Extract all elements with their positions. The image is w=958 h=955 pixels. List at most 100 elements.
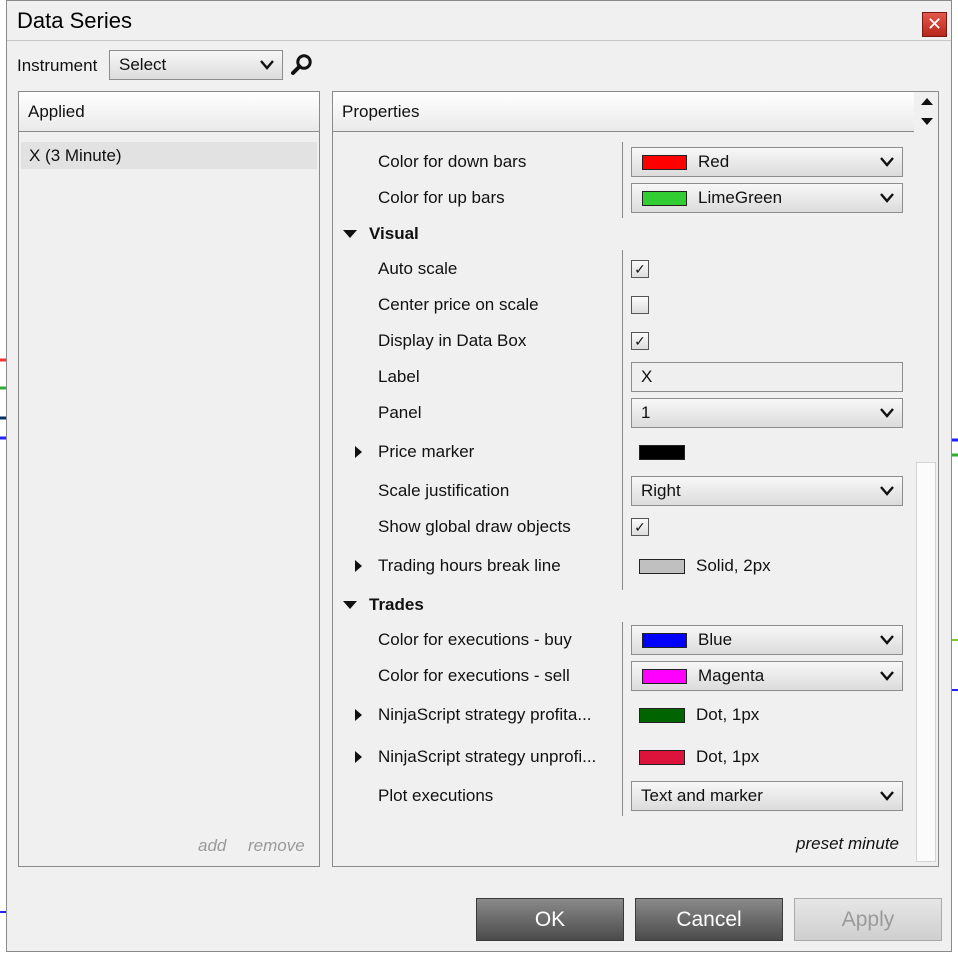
- prop-name: Center price on scale: [378, 295, 539, 314]
- select-value: Blue: [698, 630, 733, 649]
- panel-select[interactable]: 1: [631, 398, 903, 428]
- ok-button[interactable]: OK: [476, 898, 624, 941]
- instrument-select-value: Select: [119, 55, 167, 74]
- break-line-swatch[interactable]: [639, 559, 685, 574]
- chevron-down-icon: [880, 671, 894, 681]
- select-value: Magenta: [698, 666, 765, 685]
- dialog-title: Data Series: [17, 8, 132, 33]
- expand-triangle-icon[interactable]: [355, 751, 362, 763]
- expand-triangle-icon[interactable]: [355, 560, 362, 572]
- prop-name: Color for executions - sell: [378, 666, 570, 685]
- unprofitable-value: Dot, 1px: [696, 747, 760, 766]
- category-visual[interactable]: Visual: [333, 216, 913, 252]
- prop-row-center-price: Center price on scale: [333, 287, 913, 323]
- prop-name: Color for up bars: [378, 188, 505, 207]
- prop-name: Price marker: [378, 442, 475, 461]
- prop-name: NinjaScript strategy profita...: [378, 705, 592, 724]
- close-button[interactable]: ✕: [922, 12, 947, 37]
- title-bar: Data Series ✕: [7, 1, 951, 41]
- chevron-down-icon: [880, 635, 894, 645]
- select-value: Text and marker: [641, 786, 763, 805]
- chevron-down-icon: [880, 193, 894, 203]
- center-price-checkbox[interactable]: [631, 296, 649, 314]
- expand-triangle-icon[interactable]: [355, 709, 362, 721]
- prop-name: Panel: [378, 403, 422, 422]
- preset-link[interactable]: preset minute: [796, 834, 899, 854]
- up-bars-color-select[interactable]: LimeGreen: [631, 183, 903, 213]
- label-input[interactable]: X: [631, 362, 903, 392]
- color-swatch: [642, 669, 687, 684]
- prop-name: NinjaScript strategy unprofi...: [378, 747, 597, 766]
- select-value: LimeGreen: [698, 188, 783, 207]
- category-trades[interactable]: Trades: [333, 587, 913, 623]
- prop-row-label: Label X: [333, 359, 913, 395]
- scale-justification-select[interactable]: Right: [631, 476, 903, 506]
- applied-panel: Applied X (3 Minute) add remove: [18, 91, 320, 867]
- exec-sell-color-select[interactable]: Magenta: [631, 661, 903, 691]
- prop-name: Scale justification: [378, 481, 510, 500]
- data-series-dialog: Data Series ✕ Instrument Select Applied …: [6, 0, 952, 952]
- profitable-swatch[interactable]: [639, 708, 685, 723]
- cancel-button[interactable]: Cancel: [635, 898, 783, 941]
- collapse-triangle-icon[interactable]: [343, 601, 357, 609]
- color-swatch: [642, 633, 687, 648]
- prop-row-price-marker: Price marker: [333, 434, 913, 470]
- select-value: Right: [641, 481, 681, 500]
- expand-triangle-icon[interactable]: [355, 446, 362, 458]
- collapse-triangle-icon[interactable]: [343, 230, 357, 238]
- prop-row-break-line: Trading hours break line Solid, 2px: [333, 548, 913, 584]
- close-icon: ✕: [926, 14, 943, 34]
- prop-row-exec-sell: Color for executions - sell Magenta: [333, 658, 913, 694]
- prop-name: Show global draw objects: [378, 517, 571, 536]
- prop-row-global-draw: Show global draw objects ✓: [333, 509, 913, 545]
- prop-row-plot-executions: Plot executions Text and marker: [333, 778, 913, 814]
- color-swatch: [642, 155, 687, 170]
- prop-name: Auto scale: [378, 259, 458, 278]
- break-line-value: Solid, 2px: [696, 556, 771, 575]
- scroll-up-icon[interactable]: [921, 98, 933, 105]
- category-name: Visual: [369, 224, 419, 243]
- prop-name: Color for down bars: [378, 152, 527, 171]
- search-icon[interactable]: [290, 53, 314, 77]
- exec-buy-color-select[interactable]: Blue: [631, 625, 903, 655]
- prop-row-up-bars: Color for up bars LimeGreen: [333, 180, 913, 216]
- prop-row-auto-scale: Auto scale ✓: [333, 251, 913, 287]
- remove-link[interactable]: remove: [248, 836, 305, 856]
- select-value: 1: [641, 403, 651, 422]
- scroll-down-icon[interactable]: [921, 118, 933, 125]
- chevron-down-icon: [880, 791, 894, 801]
- prop-row-exec-buy: Color for executions - buy Blue: [333, 622, 913, 658]
- properties-header: Properties: [333, 92, 914, 132]
- prop-row-down-bars: Color for down bars Red: [333, 144, 913, 180]
- instrument-select[interactable]: Select: [109, 50, 283, 80]
- plot-executions-select[interactable]: Text and marker: [631, 781, 903, 811]
- data-box-checkbox[interactable]: ✓: [631, 332, 649, 350]
- category-name: Trades: [369, 595, 424, 614]
- applied-header: Applied: [19, 92, 319, 132]
- prop-name: Label: [378, 367, 420, 386]
- prop-name: Display in Data Box: [378, 331, 527, 350]
- auto-scale-checkbox[interactable]: ✓: [631, 260, 649, 278]
- unprofitable-swatch[interactable]: [639, 750, 685, 765]
- color-swatch: [642, 191, 687, 206]
- add-link[interactable]: add: [198, 836, 226, 856]
- global-draw-checkbox[interactable]: ✓: [631, 518, 649, 536]
- prop-row-scale-justification: Scale justification Right: [333, 473, 913, 509]
- scrollbar-thumb[interactable]: [916, 462, 936, 862]
- prop-name: Plot executions: [378, 786, 494, 805]
- chevron-down-icon: [260, 60, 274, 70]
- prop-name: Trading hours break line: [378, 556, 561, 575]
- chevron-down-icon: [880, 157, 894, 167]
- price-marker-swatch[interactable]: [639, 445, 685, 460]
- instrument-label: Instrument: [17, 56, 98, 75]
- properties-panel: Properties Color for down bars Red Color…: [332, 91, 939, 867]
- chevron-down-icon: [880, 486, 894, 496]
- chevron-down-icon: [880, 408, 894, 418]
- select-value: Red: [698, 152, 730, 171]
- down-bars-color-select[interactable]: Red: [631, 147, 903, 177]
- applied-item-x[interactable]: X (3 Minute): [21, 142, 317, 169]
- prop-row-unprofitable: NinjaScript strategy unprofi... Dot, 1px: [333, 739, 913, 775]
- prop-row-profitable: NinjaScript strategy profita... Dot, 1px: [333, 697, 913, 733]
- prop-row-panel: Panel 1: [333, 395, 913, 431]
- apply-button[interactable]: Apply: [794, 898, 942, 941]
